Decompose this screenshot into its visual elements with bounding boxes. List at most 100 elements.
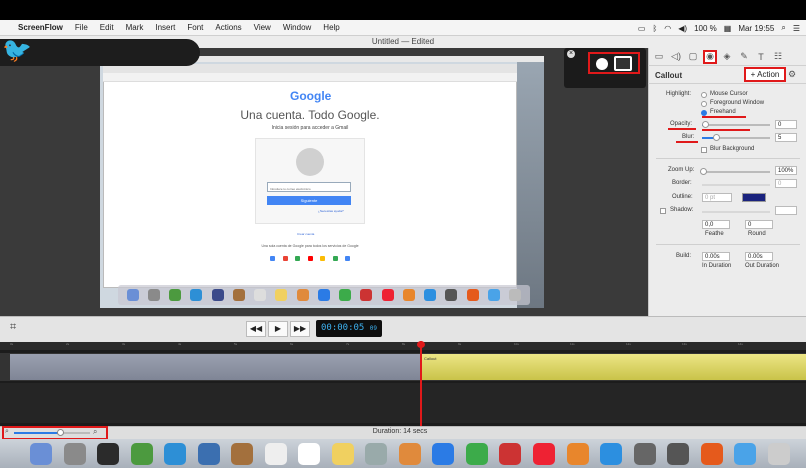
text-icon[interactable]: T [754,50,768,64]
drive-icon [320,256,325,261]
screen-icon[interactable]: ▢ [686,50,700,64]
screen-recording-clip[interactable] [10,354,422,380]
gear-icon[interactable]: ⚙ [788,69,796,80]
clock[interactable]: Mar 19:55 [738,24,774,33]
menu-font[interactable]: Font [181,23,209,32]
outline-color-swatch[interactable] [742,193,766,202]
downloads-folder-icon[interactable] [734,443,757,465]
battery-text[interactable]: 100 % [694,24,717,33]
finder-icon[interactable] [30,443,52,465]
screen-select-icon[interactable] [614,56,632,71]
launchpad-icon[interactable] [63,443,86,465]
photos-icon[interactable] [398,443,421,465]
books-icon[interactable] [566,443,589,465]
blur-value-field[interactable]: 5 [775,133,797,142]
notebook-icon[interactable] [231,443,254,465]
record-circle-icon[interactable] [596,58,608,70]
notes-icon[interactable] [331,443,354,465]
volume-icon[interactable]: ◀) [678,24,687,33]
wifi-icon[interactable]: ◠ [664,24,671,33]
trash-icon[interactable] [767,443,790,465]
playhead[interactable] [420,341,422,427]
help-link[interactable]: ¿Necesitas ayuda? [318,209,344,213]
mission-control-icon[interactable] [97,443,120,465]
timeline-zoom-knob[interactable] [57,429,64,436]
out-duration-field[interactable]: 0.00s [745,252,773,261]
screenflow-icon[interactable] [667,443,690,465]
menu-window[interactable]: Window [277,23,317,32]
launchpad-icon [147,289,160,301]
close-icon[interactable]: × [567,50,575,58]
forward-button[interactable]: ▶▶ [290,321,310,337]
opacity-value-field[interactable]: 0 [775,120,797,129]
dock-icons [30,441,790,467]
next-button[interactable]: Siguiente [267,196,351,205]
chrome-icon[interactable] [130,443,153,465]
border-slider[interactable] [702,184,770,186]
audio-icon[interactable]: ◁) [669,50,683,64]
app-menu[interactable]: ScreenFlow [12,23,69,32]
menu-file[interactable]: File [69,23,94,32]
menu-help[interactable]: Help [317,23,345,32]
shadow-slider[interactable] [702,211,770,213]
flag-icon[interactable]: ▦ [724,24,732,33]
in-duration-field[interactable]: 0.00s [702,252,730,261]
blur-knob[interactable] [712,134,720,141]
contacts-icon[interactable] [365,443,388,465]
media-library-icon[interactable]: ☷ [771,50,785,64]
zoom-value-field[interactable]: 100% [775,166,797,175]
shadow-value-field[interactable] [775,206,797,215]
trash-icon [509,289,522,301]
email-field[interactable]: Introduce tu correo electrónico [267,182,351,192]
touch-icon[interactable]: ◈ [720,50,734,64]
menu-mark[interactable]: Mark [120,23,150,32]
shadow-checkbox[interactable] [660,207,666,216]
video-icon[interactable]: ▭ [652,50,666,64]
menu-edit[interactable]: Edit [94,23,120,32]
appstore-icon[interactable] [600,443,623,465]
crop-icon[interactable]: ⌗ [10,321,24,335]
zoom-in-icon[interactable]: ⌕ [93,427,97,437]
zoom-out-icon[interactable]: ⌕ [5,428,9,436]
callout-icon[interactable]: ◉ [703,49,717,64]
menu-insert[interactable]: Insert [149,23,181,32]
menu-view[interactable]: View [248,23,277,32]
photobooth-icon[interactable] [499,443,522,465]
record-status-icon[interactable]: ▭ [638,24,646,33]
calendar-icon [254,289,267,301]
list-icon[interactable]: ☰ [793,24,800,33]
skype-icon[interactable] [164,443,187,465]
menu-actions[interactable]: Actions [209,23,247,32]
radio-foreground-window[interactable] [701,100,707,109]
opacity-slider[interactable] [702,124,770,126]
add-action-button[interactable]: + Action [744,67,786,82]
calendar-icon[interactable] [298,443,321,465]
outline-value-field[interactable]: 0 pt [702,193,732,202]
music-icon[interactable] [532,443,555,465]
play-button[interactable]: ▶ [268,321,288,337]
radio-mouse-cursor[interactable] [701,91,707,100]
callout-clip[interactable] [422,354,806,380]
zoom-slider[interactable] [702,171,770,173]
one-account-text: Una sola cuenta de Google para todos los… [261,244,359,248]
preview-icon[interactable] [197,443,220,465]
status-area: ▭ ᛒ ◠ ◀) 100 % ▦ Mar 19:55 ⌕ ☰ [638,20,800,36]
browser-url-bar [103,73,517,82]
blur-background-checkbox[interactable] [701,146,707,155]
reminders-icon[interactable] [264,443,287,465]
search-icon[interactable]: ⌕ [781,23,785,33]
bluetooth-icon[interactable]: ᛒ [652,24,657,33]
zoom-knob[interactable] [700,168,707,175]
rewind-button[interactable]: ◀◀ [246,321,266,337]
border-value-field[interactable]: 0 [775,179,797,188]
playhead-handle[interactable] [417,341,425,348]
messages-icon[interactable] [432,443,455,465]
system-preferences-icon[interactable] [633,443,656,465]
firefox-icon[interactable] [700,443,723,465]
feather-value-field[interactable]: 0,0 [702,220,730,229]
create-account-link[interactable]: Crear cuenta [297,232,314,236]
facetime-icon[interactable] [465,443,488,465]
timeline-ruler[interactable]: 0s 2s 3s 4s 5s 6s 7s 8s 9s 10s 11s 12s 13s 14s [0,342,806,350]
annotation-icon[interactable]: ✎ [737,50,751,64]
round-value-field[interactable]: 0 [745,220,773,229]
